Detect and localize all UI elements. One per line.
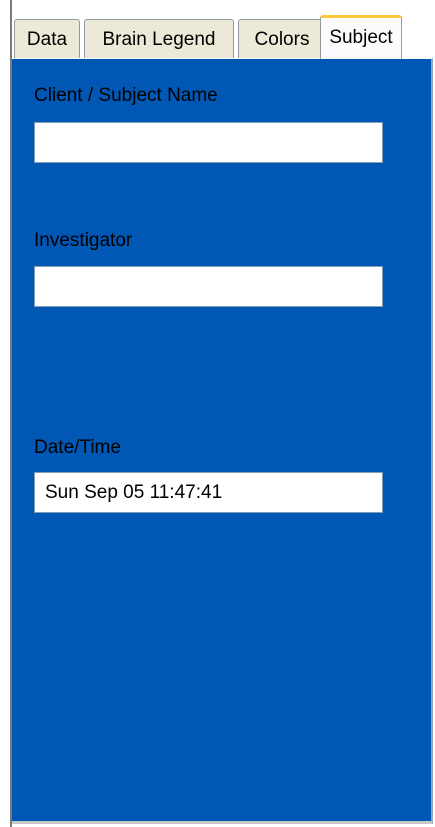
date-time-label: Date/Time [34, 437, 121, 458]
tab-strip: Data Brain Legend Colors Subject [12, 15, 435, 59]
investigator-input[interactable] [34, 266, 383, 307]
client-name-input[interactable] [34, 122, 383, 163]
investigator-label: Investigator [34, 230, 133, 251]
subject-panel-window: Data Brain Legend Colors Subject Client … [0, 0, 435, 827]
tab-subject[interactable]: Subject [320, 15, 402, 59]
subject-tab-panel: Client / Subject Name Investigator Date/… [12, 58, 433, 824]
tab-data[interactable]: Data [14, 19, 80, 59]
tab-brain-legend[interactable]: Brain Legend [84, 19, 234, 59]
tab-colors[interactable]: Colors [238, 19, 326, 59]
client-name-label: Client / Subject Name [34, 85, 218, 106]
date-time-input[interactable] [34, 472, 383, 513]
